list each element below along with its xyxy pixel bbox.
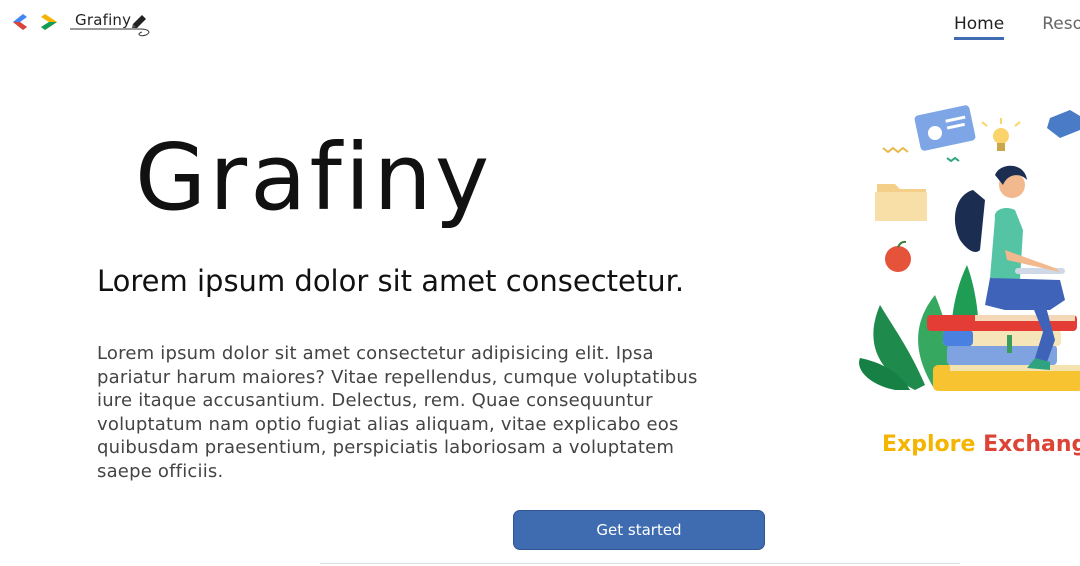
code-brackets-logo-icon[interactable] (11, 12, 59, 32)
brand-underline-squiggle (70, 28, 150, 37)
explore-exchange-heading: Explore Exchange (882, 432, 1080, 457)
hero-title: Grafiny (135, 124, 493, 231)
student-reading-illustration (859, 105, 1080, 391)
section-divider (320, 563, 960, 564)
apple-icon (885, 240, 911, 272)
brand-logo[interactable]: Grafiny (70, 10, 154, 37)
top-navbar: Grafiny Home Reso (0, 0, 1080, 50)
nav-item-resources[interactable]: Reso (1042, 14, 1080, 40)
exchange-word: Exchange (983, 432, 1080, 457)
hero-subtitle: Lorem ipsum dolor sit amet consectetur. (97, 264, 685, 298)
lightbulb-icon (981, 118, 1021, 151)
id-card-icon (914, 105, 976, 151)
main-nav: Home Reso (954, 14, 1080, 40)
nav-item-home[interactable]: Home (954, 14, 1005, 40)
hero-description: Lorem ipsum dolor sit amet consectetur a… (97, 343, 698, 482)
folder-icon (875, 184, 927, 221)
get-started-button[interactable]: Get started (513, 510, 765, 550)
explore-word: Explore (882, 432, 976, 457)
graduation-cap-icon (1047, 110, 1080, 138)
